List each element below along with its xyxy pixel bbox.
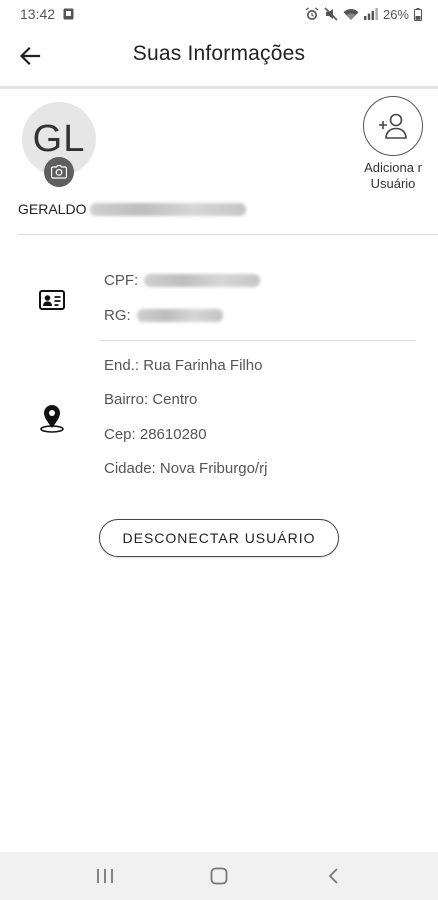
section-divider <box>18 234 438 235</box>
rg-row: RG: <box>104 307 223 324</box>
nav-back-icon <box>328 868 338 884</box>
user-first-name: GERALDO <box>18 201 87 217</box>
documents-icon-cell <box>36 286 68 314</box>
status-time: 13:42 <box>20 6 56 22</box>
system-nav-bar <box>0 852 438 900</box>
disconnect-user-button[interactable]: DESCONECTAR USUÁRIO <box>99 519 339 557</box>
mute-icon <box>324 7 338 21</box>
alarm-icon <box>305 7 319 21</box>
sim-icon <box>63 8 74 20</box>
address-city: Cidade: Nova Friburgo/rj <box>104 460 268 477</box>
address-district: Bairro: Centro <box>104 391 198 408</box>
nav-back-button[interactable] <box>313 860 353 892</box>
address-street: End.: Rua Farinha Filho <box>104 357 263 374</box>
add-user-label: Adiciona r Usuário <box>364 160 422 191</box>
battery-percent: 26% <box>382 6 409 22</box>
add-user-button[interactable]: Adiciona r Usuário <box>358 96 428 192</box>
blurred-rg <box>136 309 223 322</box>
blurred-cpf <box>144 274 261 287</box>
address-zip: Cep: 28610280 <box>104 426 207 443</box>
recents-button[interactable] <box>85 860 125 892</box>
status-left: 13:42 <box>20 6 74 22</box>
camera-icon <box>51 165 67 179</box>
avatar-initials: GL <box>32 117 86 160</box>
home-button[interactable] <box>199 860 239 892</box>
home-icon <box>210 867 228 885</box>
recents-icon <box>97 869 113 883</box>
page-title: Suas Informações <box>132 42 306 65</box>
cpf-row: CPF: <box>104 272 261 289</box>
signal-icon <box>363 8 378 20</box>
app-bar: Suas Informações <box>0 28 438 84</box>
cpf-label: CPF: <box>104 272 139 289</box>
app-bar-divider <box>0 86 438 89</box>
blurred-surname <box>90 202 247 216</box>
add-user-circle <box>363 96 423 156</box>
status-right: 26% <box>305 7 422 22</box>
inner-divider <box>100 340 416 341</box>
battery-icon <box>414 7 422 21</box>
location-pin-icon <box>40 405 64 433</box>
id-card-icon <box>39 290 65 310</box>
person-add-icon <box>379 113 407 139</box>
rg-label: RG: <box>104 307 131 324</box>
change-photo-button[interactable] <box>44 157 74 187</box>
wifi-icon <box>343 8 359 21</box>
user-name: GERALDO <box>18 201 247 217</box>
status-bar: 13:42 26% <box>0 0 438 28</box>
address-icon-cell <box>36 402 68 434</box>
